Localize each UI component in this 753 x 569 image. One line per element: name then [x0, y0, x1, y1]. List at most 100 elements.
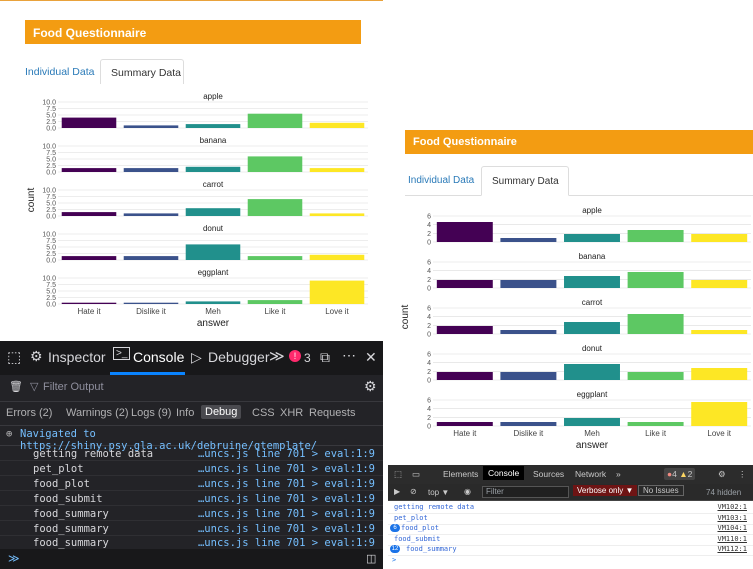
tab-console[interactable]: Console: [483, 466, 525, 480]
faceted-bar-chart-left: apple10.07.55.02.50.0banana10.07.55.02.5…: [26, 92, 368, 329]
facet-title: carrot: [203, 180, 224, 189]
console-log-row[interactable]: food_summary …uncs.js line 701 > eval:1:9: [0, 505, 383, 521]
sidebar-toggle-icon[interactable]: ▶: [394, 487, 400, 496]
y-tick-label: 6: [427, 352, 431, 359]
category-warnings[interactable]: Warnings (2): [66, 407, 129, 419]
bar: [247, 199, 303, 216]
split-console-icon[interactable]: ◫: [366, 552, 376, 565]
log-source-link[interactable]: …uncs.js line 701 > eval:1:9: [198, 493, 375, 505]
log-source-link[interactable]: VM104:1: [717, 524, 747, 532]
tool-console[interactable]: Console: [133, 349, 184, 365]
console-input[interactable]: ≫ ◫: [0, 549, 383, 569]
tab-network[interactable]: Network: [575, 469, 606, 479]
app-title: Food Questionnaire: [33, 26, 147, 40]
trash-icon[interactable]: 🗑: [9, 380, 23, 393]
x-tick-label: Meh: [205, 307, 221, 316]
more-tabs-button[interactable]: »: [616, 469, 621, 479]
y-tick-label: 0: [427, 378, 431, 385]
log-source-link[interactable]: …uncs.js line 701 > eval:1:9: [198, 537, 375, 549]
tab-summary-data-right[interactable]: Summary Data: [481, 166, 569, 196]
log-message: food_summary: [33, 537, 109, 550]
category-logs[interactable]: Logs (9): [131, 407, 171, 419]
bar: [627, 230, 684, 242]
log-source-link[interactable]: …uncs.js line 701 > eval:1:9: [198, 508, 375, 520]
close-icon[interactable]: ✕: [365, 349, 377, 366]
console-log-row[interactable]: food_summary …uncs.js line 701 > eval:1:9: [0, 520, 383, 536]
x-tick-label: Dislike it: [514, 429, 545, 438]
log-source-link[interactable]: …uncs.js line 701 > eval:1:9: [198, 523, 375, 535]
category-css[interactable]: CSS: [252, 407, 275, 419]
tool-debugger[interactable]: Debugger: [208, 349, 270, 365]
category-debug[interactable]: Debug: [201, 405, 242, 419]
facet-title: donut: [203, 224, 224, 233]
log-source-link[interactable]: VM112:1: [717, 545, 747, 553]
console-log-row[interactable]: getting remote data …uncs.js line 701 > e…: [0, 445, 383, 461]
tab-individual-data-right[interactable]: Individual Data: [408, 175, 474, 186]
y-tick-label: 4: [427, 360, 431, 367]
navigation-message: ⊕ Navigated to https://shiny.psy.gla.ac.…: [0, 425, 383, 452]
live-expression-icon[interactable]: ◉: [464, 487, 471, 496]
console-prompt[interactable]: >: [388, 555, 753, 566]
issues-button[interactable]: No Issues: [638, 485, 684, 496]
console-log-row[interactable]: food_plot …uncs.js line 701 > eval:1:9: [0, 475, 383, 491]
settings-icon[interactable]: ⚙: [718, 469, 726, 480]
category-errors[interactable]: Errors (2): [6, 407, 52, 419]
tab-individual-data[interactable]: Individual Data: [25, 66, 94, 78]
y-tick-label: 4: [427, 222, 431, 229]
left-app-panel: Food Questionnaire Individual Data Summa…: [0, 0, 383, 341]
app-title-bar: Food Questionnaire: [25, 20, 361, 44]
category-info[interactable]: Info: [176, 407, 194, 419]
y-tick-label: 0: [427, 424, 431, 431]
clear-console-icon[interactable]: ⊘: [410, 487, 417, 496]
log-source-link[interactable]: …uncs.js line 701 > eval:1:9: [198, 448, 375, 460]
devtools-tab-bar: ⬚ ▭ Elements Console Sources Network » ●…: [388, 465, 753, 484]
bar: [564, 234, 620, 242]
error-icon: !: [289, 350, 301, 362]
log-levels-dropdown[interactable]: Verbose only ▼: [573, 485, 638, 496]
y-tick-label: 6: [427, 398, 431, 405]
inspect-element-icon[interactable]: ⬚: [394, 469, 402, 480]
menu-icon[interactable]: ⋯: [342, 347, 356, 364]
y-tick-label: 0.0: [46, 126, 56, 133]
pick-element-icon[interactable]: ⬚: [7, 348, 21, 366]
filter-input[interactable]: Filter Output: [43, 381, 104, 393]
issue-counter[interactable]: ●4 ▲2: [664, 468, 696, 480]
bar: [691, 402, 748, 426]
log-source-link[interactable]: VM102:1: [717, 503, 747, 511]
x-tick-label: Hate it: [77, 307, 101, 316]
bar: [691, 330, 748, 334]
facet-title: eggplant: [198, 268, 229, 277]
bar: [500, 422, 557, 426]
log-source-link[interactable]: …uncs.js line 701 > eval:1:9: [198, 478, 375, 490]
error-count[interactable]: 3: [304, 351, 311, 365]
tool-inspector[interactable]: Inspector: [48, 349, 106, 365]
y-axis-label: count: [26, 188, 37, 213]
log-source-link[interactable]: VM110:1: [717, 535, 747, 543]
more-options-icon[interactable]: ⋮: [738, 469, 747, 480]
context-selector[interactable]: top ▼: [428, 488, 449, 497]
tab-summary-data[interactable]: Summary Data: [100, 59, 184, 85]
log-source-link[interactable]: VM103:1: [717, 514, 747, 522]
log-source-link[interactable]: …uncs.js line 701 > eval:1:9: [198, 463, 375, 475]
console-log-row[interactable]: food_summary …uncs.js line 701 > eval:1:9: [0, 534, 383, 551]
tab-sources[interactable]: Sources: [533, 469, 564, 479]
device-toolbar-icon[interactable]: ▭: [412, 469, 420, 480]
dock-icon[interactable]: ⧉: [320, 349, 330, 366]
bar: [436, 280, 493, 288]
console-log-row[interactable]: pet_plot …uncs.js line 701 > eval:1:9: [0, 460, 383, 476]
console-log-row[interactable]: food_submit …uncs.js line 701 > eval:1:9: [0, 490, 383, 506]
settings-gear-icon[interactable]: ⚙: [364, 378, 377, 395]
y-tick-label: 0.0: [46, 170, 56, 177]
bar: [309, 213, 365, 216]
log-message: food_submit: [394, 534, 441, 543]
category-xhr[interactable]: XHR: [280, 407, 303, 419]
bar: [564, 322, 620, 334]
filter-input-chrome[interactable]: Filter: [482, 486, 569, 498]
y-tick-label: 4: [427, 406, 431, 413]
y-axis-label: count: [400, 305, 411, 330]
bar: [185, 301, 241, 304]
tab-elements[interactable]: Elements: [443, 469, 478, 479]
more-tools-button[interactable]: ≫: [269, 347, 285, 365]
bar: [436, 222, 493, 242]
category-requests[interactable]: Requests: [309, 407, 355, 419]
